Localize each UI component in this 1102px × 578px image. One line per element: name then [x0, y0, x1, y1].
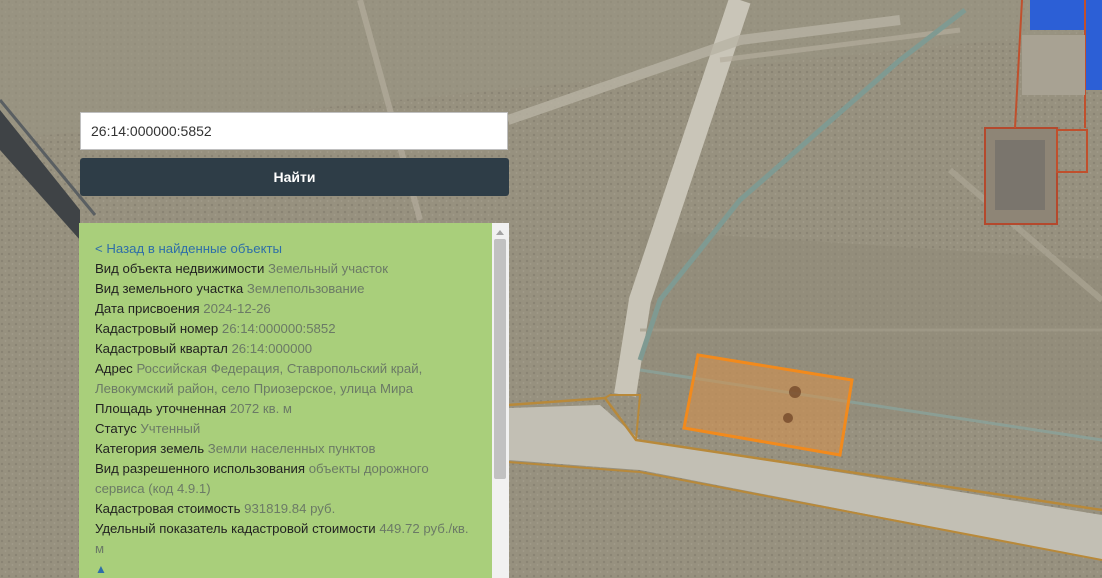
info-value: 26:14:000000 — [231, 341, 313, 356]
info-row: Вид земельного участка Землепользование — [95, 279, 475, 299]
scrollbar-thumb[interactable] — [494, 239, 506, 479]
info-value: 2024-12-26 — [203, 301, 271, 316]
compound-yard — [1022, 35, 1085, 95]
info-row: Адрес Российская Федерация, Ставропольск… — [95, 359, 475, 399]
info-value: Земельный участок — [268, 261, 389, 276]
scroll-to-top-arrow-icon[interactable]: ▲ — [95, 562, 107, 576]
info-label: Адрес — [95, 361, 133, 376]
info-label: Категория земель — [95, 441, 205, 456]
info-label: Кадастровый номер — [95, 321, 219, 336]
info-content: < Назад в найденные объекты Вид объекта … — [95, 239, 475, 578]
info-value: Землепользование — [246, 281, 365, 296]
info-value: 931819.84 руб. — [244, 501, 336, 516]
info-row: Кадастровый квартал 26:14:000000 — [95, 339, 475, 359]
search-button[interactable]: Найти — [80, 158, 509, 196]
info-row: Кадастровая стоимость 931819.84 руб. — [95, 499, 475, 519]
back-to-results-link[interactable]: < Назад в найденные объекты — [95, 241, 282, 256]
info-value: 26:14:000000:5852 — [221, 321, 336, 336]
info-label: Кадастровый квартал — [95, 341, 228, 356]
info-row: Категория земель Земли населенных пункто… — [95, 439, 475, 459]
info-row: Статус Учтенный — [95, 419, 475, 439]
building-roof — [1085, 30, 1102, 90]
info-row: Удельный показатель кадастровой стоимост… — [95, 519, 475, 559]
info-label: Вид разрешенного использования — [95, 461, 306, 476]
info-value: Земли населенных пунктов — [207, 441, 376, 456]
info-label: Статус — [95, 421, 137, 436]
info-label: Площадь уточненная — [95, 401, 227, 416]
info-label: Кадастровая стоимость — [95, 501, 241, 516]
info-label: Вид объекта недвижимости — [95, 261, 265, 276]
scrollbar-up-arrow-icon[interactable] — [496, 230, 504, 235]
object-info-panel: < Назад в найденные объекты Вид объекта … — [79, 223, 509, 578]
parcel-spot — [783, 413, 793, 423]
equipment — [995, 140, 1045, 210]
panel-scrollbar[interactable] — [492, 223, 509, 578]
info-row: Вид объекта недвижимости Земельный участ… — [95, 259, 475, 279]
info-value: Российская Федерация, Ставропольский кра… — [95, 361, 423, 396]
cadastral-search-input[interactable] — [80, 112, 508, 150]
info-row: Вид разрешенного использования объекты д… — [95, 459, 475, 499]
info-row: Кадастровый номер 26:14:000000:5852 — [95, 319, 475, 339]
info-value: 2072 кв. м — [229, 401, 292, 416]
info-row: Площадь уточненная 2072 кв. м — [95, 399, 475, 419]
info-label: Дата присвоения — [95, 301, 200, 316]
info-label: Вид земельного участка — [95, 281, 244, 296]
building-roof — [1030, 0, 1102, 30]
info-label: Удельный показатель кадастровой стоимост… — [95, 521, 376, 536]
parcel-spot — [789, 386, 801, 398]
info-value: Учтенный — [140, 421, 201, 436]
info-row: Дата присвоения 2024-12-26 — [95, 299, 475, 319]
